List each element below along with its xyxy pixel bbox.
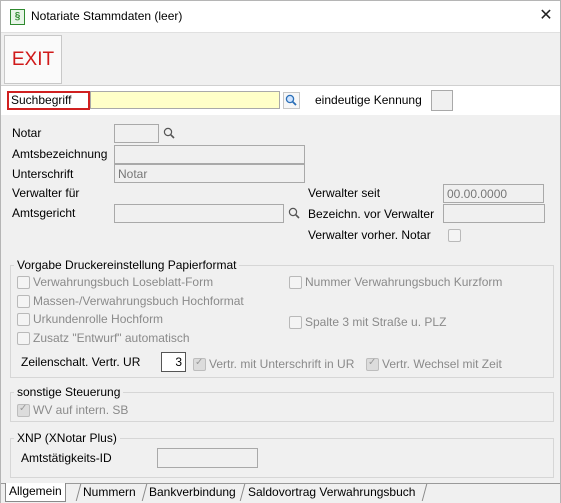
loseblatt-checkbox[interactable] (17, 276, 30, 289)
verwalter-seit-label: Verwalter seit (308, 186, 381, 200)
bezeichn-label: Bezeichn. vor Verwalter (308, 207, 435, 221)
exit-button[interactable]: EXIT (4, 35, 62, 84)
verwalter-vorher-label: Verwalter vorher. Notar (308, 228, 431, 242)
massen-checkbox[interactable] (17, 295, 30, 308)
vertr-wechsel-checkbox[interactable] (366, 357, 379, 371)
verwalter-seit-field[interactable]: 00.00.0000 (443, 184, 544, 203)
amts-id-field[interactable] (157, 448, 258, 468)
loseblatt-label: Verwahrungsbuch Loseblatt-Form (33, 275, 214, 289)
wv-checkbox[interactable] (17, 403, 30, 417)
spalte3-label: Spalte 3 mit Straße u. PLZ (305, 315, 447, 329)
verwalter-fuer-label: Verwalter für (12, 186, 80, 200)
vertr-unterschrift-checkbox[interactable] (193, 357, 206, 371)
wv-label: WV auf intern. SB (33, 403, 129, 417)
unique-id-field[interactable] (431, 90, 453, 111)
zeilenschalt-label: Zeilenschalt. Vertr. UR (21, 355, 141, 369)
search-label: Suchbegriff (7, 91, 90, 110)
window-title: Notariate Stammdaten (leer) (31, 9, 183, 23)
search-icon[interactable] (283, 92, 300, 109)
urkundenrolle-checkbox[interactable] (17, 313, 30, 326)
notar-label: Notar (12, 126, 42, 140)
unique-id-label: eindeutige Kennung (315, 93, 422, 107)
steuerung-group-title: sonstige Steuerung (14, 385, 124, 399)
vertr-wechsel-label: Vertr. Wechsel mit Zeit (382, 357, 502, 371)
tab-bankverbindung[interactable]: Bankverbindung (146, 484, 239, 501)
amts-id-label: Amtstätigkeits-ID (21, 451, 112, 465)
xnp-group-title: XNP (XNotar Plus) (14, 431, 120, 445)
spalte3-checkbox[interactable] (289, 316, 302, 329)
amtsgericht-field[interactable] (114, 204, 284, 223)
title-bar: § Notariate Stammdaten (leer) ✕ (1, 1, 560, 32)
zeilenschalt-field[interactable]: 3 (161, 352, 186, 372)
window: § Notariate Stammdaten (leer) ✕ EXIT Suc… (0, 0, 561, 503)
amtsgericht-search-icon[interactable] (286, 205, 303, 222)
search-input[interactable] (90, 91, 280, 109)
entwurf-label: Zusatz "Entwurf" automatisch (33, 331, 190, 345)
notar-field[interactable] (114, 124, 159, 143)
unterschrift-field[interactable]: Notar (114, 164, 305, 183)
search-bar: Suchbegriff eindeutige Kennung (1, 85, 560, 116)
tab-separator (421, 484, 428, 501)
massen-label: Massen-/Verwahrungsbuch Hochformat (33, 294, 244, 308)
tab-bar: Allgemein Nummern Bankverbindung Saldovo… (1, 483, 560, 503)
tab-saldovortrag[interactable]: Saldovortrag Verwahrungsbuch (245, 484, 418, 501)
drucker-group-title: Vorgabe Druckereinstellung Papierformat (14, 258, 240, 272)
bezeichn-field[interactable] (443, 204, 545, 223)
amtsbezeichnung-field[interactable] (114, 145, 305, 164)
unterschrift-label: Unterschrift (12, 167, 74, 181)
tab-nummern[interactable]: Nummern (80, 484, 139, 501)
toolbar: EXIT (1, 32, 560, 86)
app-icon: § (10, 9, 25, 25)
kurzform-label: Nummer Verwahrungsbuch Kurzform (305, 275, 503, 289)
notar-search-icon[interactable] (161, 125, 178, 142)
verwalter-vorher-checkbox[interactable] (448, 229, 461, 242)
amtsgericht-label: Amtsgericht (12, 206, 76, 220)
entwurf-checkbox[interactable] (17, 332, 30, 345)
close-icon[interactable]: ✕ (537, 5, 555, 25)
vertr-unterschrift-label: Vertr. mit Unterschrift in UR (209, 357, 355, 371)
form-area: Notar Amtsbezeichnung Unterschrift Notar… (1, 115, 560, 483)
kurzform-checkbox[interactable] (289, 276, 302, 289)
urkundenrolle-label: Urkundenrolle Hochform (33, 312, 164, 326)
tab-allgemein[interactable]: Allgemein (5, 483, 66, 502)
amtsbezeichnung-label: Amtsbezeichnung (12, 147, 108, 161)
